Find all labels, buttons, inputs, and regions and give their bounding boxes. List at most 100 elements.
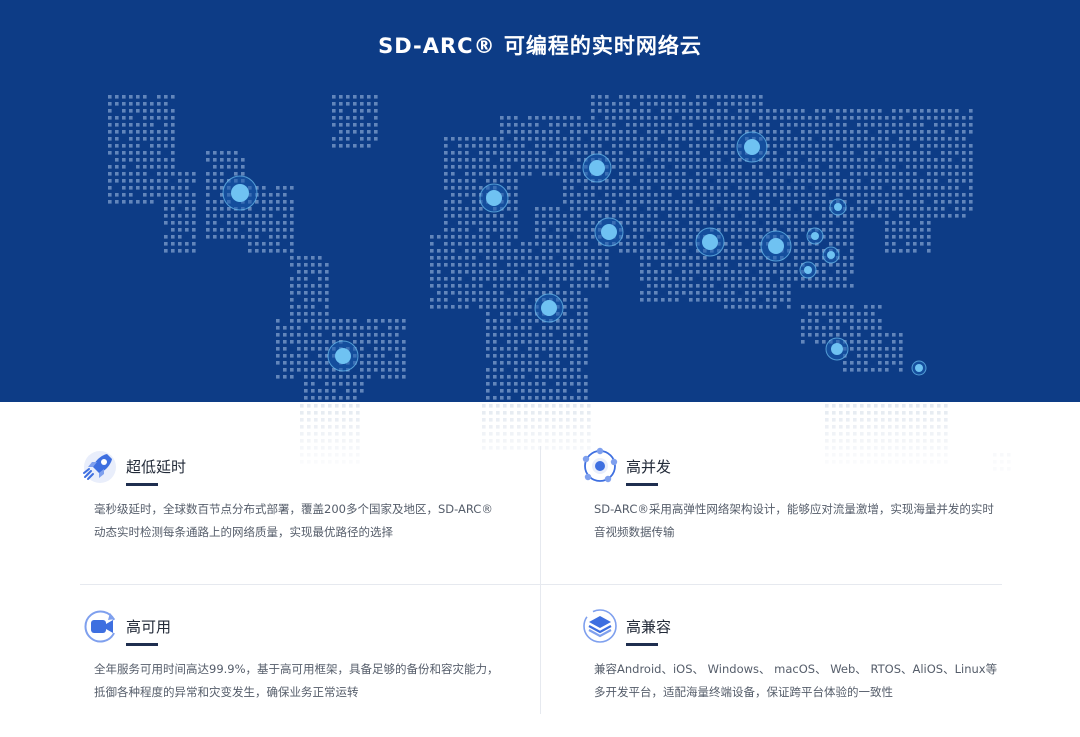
map-dot bbox=[556, 249, 560, 253]
title-underline bbox=[126, 483, 158, 486]
map-dot bbox=[584, 375, 588, 379]
map-dot bbox=[843, 109, 847, 113]
map-dot bbox=[325, 284, 329, 288]
map-dot bbox=[514, 116, 518, 120]
map-dot-faded bbox=[552, 404, 556, 408]
map-dot bbox=[577, 382, 581, 386]
map-dot bbox=[906, 144, 910, 148]
map-dot bbox=[346, 319, 350, 323]
map-dot bbox=[703, 144, 707, 148]
map-dot-faded bbox=[909, 404, 913, 408]
map-dot bbox=[731, 298, 735, 302]
map-dot bbox=[521, 242, 525, 246]
map-dot bbox=[507, 151, 511, 155]
map-dot bbox=[885, 200, 889, 204]
map-dot bbox=[920, 228, 924, 232]
map-dot bbox=[262, 221, 266, 225]
map-dot bbox=[745, 186, 749, 190]
map-dot bbox=[766, 263, 770, 267]
map-dot bbox=[472, 221, 476, 225]
map-dot bbox=[738, 270, 742, 274]
map-dot bbox=[955, 165, 959, 169]
map-dot bbox=[500, 361, 504, 365]
map-dot bbox=[164, 130, 168, 134]
map-dot bbox=[542, 214, 546, 218]
map-dot bbox=[815, 186, 819, 190]
map-dot bbox=[738, 193, 742, 197]
map-dot bbox=[787, 305, 791, 309]
map-dot bbox=[276, 200, 280, 204]
map-dot bbox=[178, 214, 182, 218]
map-dot bbox=[780, 263, 784, 267]
map-dot bbox=[556, 116, 560, 120]
map-dot-faded bbox=[300, 425, 304, 429]
map-dot bbox=[290, 284, 294, 288]
map-dot bbox=[724, 277, 728, 281]
map-dot bbox=[374, 326, 378, 330]
map-dot-faded bbox=[482, 432, 486, 436]
map-dot bbox=[724, 179, 728, 183]
map-dot bbox=[752, 123, 756, 127]
map-dot bbox=[304, 277, 308, 281]
map-dot bbox=[486, 256, 490, 260]
map-dot bbox=[766, 123, 770, 127]
map-dot-faded bbox=[923, 432, 927, 436]
map-dot bbox=[668, 277, 672, 281]
map-dot bbox=[850, 263, 854, 267]
grid-divider-vertical bbox=[540, 446, 541, 714]
map-dot bbox=[507, 256, 511, 260]
map-dot bbox=[367, 130, 371, 134]
map-dot bbox=[150, 158, 154, 162]
map-dot bbox=[325, 368, 329, 372]
map-dot bbox=[773, 207, 777, 211]
map-dot bbox=[542, 137, 546, 141]
map-dot bbox=[619, 172, 623, 176]
map-dot-faded bbox=[930, 425, 934, 429]
map-dot bbox=[920, 116, 924, 120]
map-dot bbox=[759, 214, 763, 218]
map-dot bbox=[332, 116, 336, 120]
map-dot bbox=[647, 109, 651, 113]
map-dot bbox=[668, 123, 672, 127]
map-dot bbox=[486, 354, 490, 358]
map-dot bbox=[822, 340, 826, 344]
map-dot bbox=[206, 158, 210, 162]
map-dot-faded bbox=[587, 404, 591, 408]
map-dot bbox=[654, 249, 658, 253]
map-dot bbox=[472, 144, 476, 148]
map-dot bbox=[129, 179, 133, 183]
map-dot bbox=[493, 354, 497, 358]
map-dot bbox=[633, 193, 637, 197]
map-dot bbox=[815, 207, 819, 211]
map-dot bbox=[437, 263, 441, 267]
map-dot bbox=[360, 382, 364, 386]
map-dot bbox=[773, 193, 777, 197]
map-dot bbox=[724, 214, 728, 218]
map-dot bbox=[549, 242, 553, 246]
feature-description: SD-ARC®采用高弹性网络架构设计，能够应对流量激增，实现海量并发的实时音视频… bbox=[594, 502, 994, 539]
map-dot bbox=[563, 200, 567, 204]
map-dot bbox=[122, 186, 126, 190]
map-dot bbox=[122, 165, 126, 169]
map-dot bbox=[696, 214, 700, 218]
map-dot bbox=[507, 312, 511, 316]
map-dot bbox=[871, 151, 875, 155]
map-dot-faded bbox=[510, 404, 514, 408]
map-dot bbox=[458, 151, 462, 155]
map-dot bbox=[381, 340, 385, 344]
map-dot bbox=[339, 382, 343, 386]
map-dot bbox=[171, 137, 175, 141]
map-dot-faded bbox=[545, 418, 549, 422]
map-dot bbox=[647, 228, 651, 232]
map-dot bbox=[794, 137, 798, 141]
map-dot-faded bbox=[888, 432, 892, 436]
map-dot bbox=[339, 102, 343, 106]
map-dot bbox=[556, 382, 560, 386]
map-dot bbox=[941, 123, 945, 127]
map-dot bbox=[626, 235, 630, 239]
map-dot bbox=[444, 144, 448, 148]
map-dot bbox=[801, 249, 805, 253]
map-dot bbox=[773, 137, 777, 141]
map-dot bbox=[297, 368, 301, 372]
map-dot bbox=[129, 186, 133, 190]
